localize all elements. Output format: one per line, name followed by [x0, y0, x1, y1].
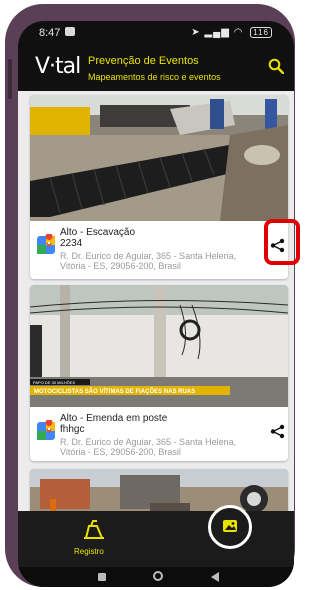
- photo-caption-small: PAPO DE 30 MILHÕES: [33, 380, 75, 385]
- vtal-logo: V·tal: [35, 54, 81, 79]
- register-icon[interactable]: [83, 520, 105, 540]
- app-bar: V·tal Prevenção de Eventos Mapeamentos d…: [18, 43, 294, 91]
- event-photo[interactable]: [30, 95, 288, 221]
- event-card[interactable]: [30, 469, 288, 511]
- event-id: fhhgc: [60, 424, 85, 435]
- app-subtitle: Mapeamentos de risco e eventos: [88, 72, 221, 82]
- event-title: Alto - Escavação: [60, 227, 136, 238]
- event-address: R. Dr. Eurico de Aguiar, 365 - Santa Hel…: [60, 251, 237, 271]
- event-photo[interactable]: PAPO DE 30 MILHÕES MOTOCICLISTAS SÃO VÍT…: [30, 285, 288, 407]
- event-title: Alto - Emenda em poste: [60, 413, 168, 424]
- app-title: Prevenção de Eventos: [88, 55, 199, 67]
- status-bar: 8:47 ➤ ▂▄▆ ◠ 116: [18, 21, 294, 43]
- event-address: R. Dr. Eurico de Aguiar, 365 - Santa Hel…: [60, 437, 237, 457]
- side-button: [8, 59, 12, 99]
- search-icon[interactable]: [268, 58, 284, 74]
- photo-caption: MOTOCICLISTAS SÃO VÍTIMAS DE FIAÇÕES NAS…: [34, 387, 195, 395]
- recents-icon[interactable]: [98, 573, 106, 581]
- event-info[interactable]: Alto - Escavação 2234 R. Dr. Eurico de A…: [30, 221, 288, 278]
- maps-pin-icon[interactable]: [35, 234, 57, 256]
- notification-icon: [65, 27, 75, 36]
- signal-icon: ▂▄▆: [204, 27, 230, 38]
- screen: 8:47 ➤ ▂▄▆ ◠ 116 V·tal Prevenção de Even…: [18, 21, 294, 587]
- back-icon[interactable]: [211, 572, 220, 582]
- share-highlight-box: [264, 219, 300, 265]
- add-photo-button[interactable]: [208, 505, 252, 549]
- navigation-icon: ➤: [191, 27, 201, 38]
- bottom-navigation: Registro: [18, 505, 294, 567]
- event-id: 2234: [60, 238, 83, 249]
- battery-icon: 116: [250, 27, 272, 38]
- wifi-icon: ◠: [233, 27, 244, 38]
- system-navigation-bar: [18, 567, 294, 587]
- phone-frame: 8:47 ➤ ▂▄▆ ◠ 116 V·tal Prevenção de Even…: [5, 4, 295, 587]
- register-label[interactable]: Registro: [74, 547, 104, 556]
- status-time: 8:47: [39, 27, 61, 39]
- status-icons: ➤ ▂▄▆ ◠ 116: [191, 27, 272, 38]
- home-icon[interactable]: [153, 571, 163, 581]
- maps-pin-icon[interactable]: [35, 420, 57, 442]
- event-card[interactable]: PAPO DE 30 MILHÕES MOTOCICLISTAS SÃO VÍT…: [30, 285, 288, 461]
- event-card[interactable]: Alto - Escavação 2234 R. Dr. Eurico de A…: [30, 95, 288, 279]
- event-photo[interactable]: [30, 469, 288, 511]
- events-list[interactable]: Alto - Escavação 2234 R. Dr. Eurico de A…: [18, 91, 294, 511]
- event-info[interactable]: Alto - Emenda em poste fhhgc R. Dr. Euri…: [30, 407, 288, 461]
- share-icon[interactable]: [270, 424, 285, 439]
- gallery-icon: [223, 520, 237, 532]
